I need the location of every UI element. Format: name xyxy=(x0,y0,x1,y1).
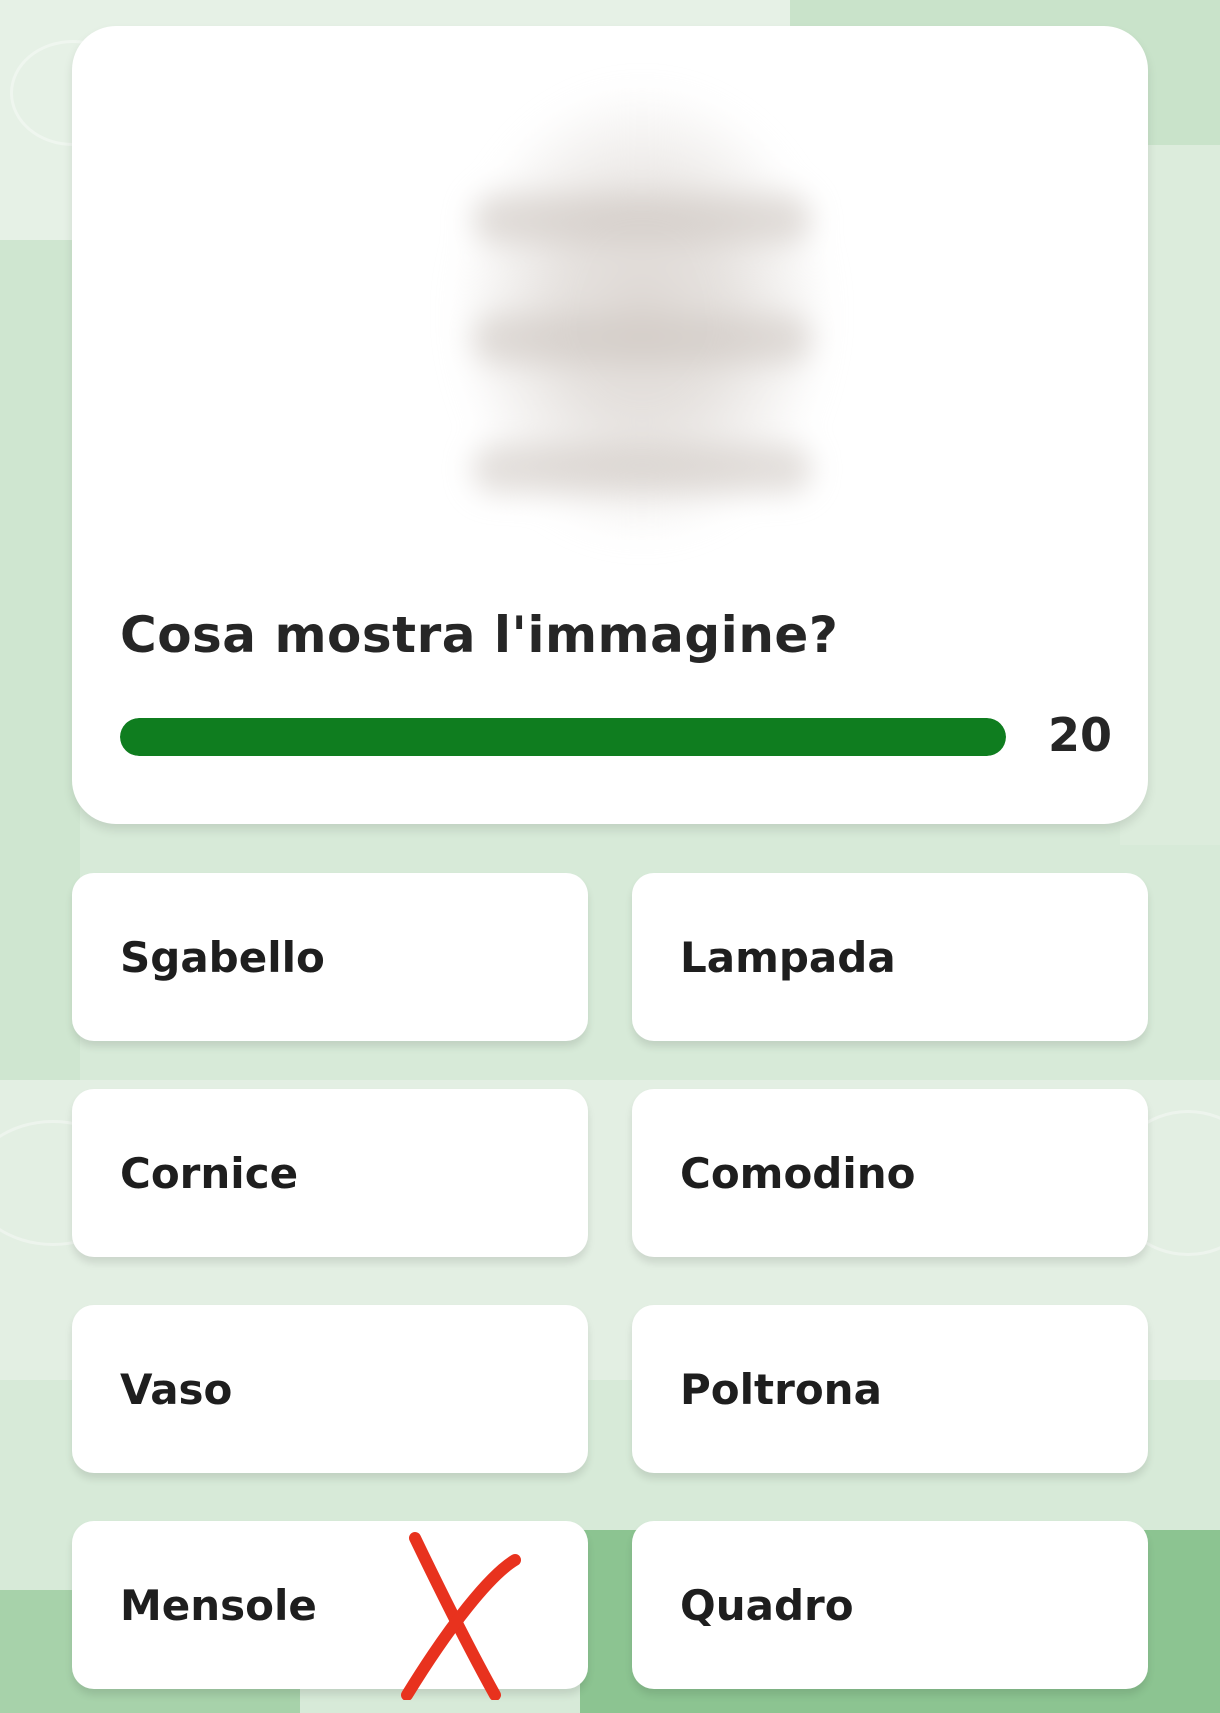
cross-mark-icon xyxy=(401,1532,521,1700)
answer-label: Poltrona xyxy=(680,1364,882,1414)
answer-label: Comodino xyxy=(680,1148,916,1198)
answer-label: Mensole xyxy=(120,1580,317,1630)
timer-progress-bar xyxy=(120,718,1006,756)
answer-option[interactable]: Quadro xyxy=(632,1521,1148,1689)
question-card: Cosa mostra l'immagine? 20 xyxy=(72,26,1148,824)
answer-option[interactable]: Lampada xyxy=(632,873,1148,1041)
answer-label: Quadro xyxy=(680,1580,854,1630)
answer-option[interactable]: Sgabello xyxy=(72,873,588,1041)
answer-label: Cornice xyxy=(120,1148,299,1198)
answer-option[interactable]: Cornice xyxy=(72,1089,588,1257)
timer-count: 20 xyxy=(1047,708,1112,762)
question-text: Cosa mostra l'immagine? xyxy=(120,606,839,664)
answer-label: Vaso xyxy=(120,1364,233,1414)
answer-label: Lampada xyxy=(680,932,896,982)
question-image xyxy=(342,84,942,544)
answer-label: Sgabello xyxy=(120,932,325,982)
timer-progress-fill xyxy=(120,718,1006,756)
answer-option[interactable]: Vaso xyxy=(72,1305,588,1473)
answer-option[interactable]: Comodino xyxy=(632,1089,1148,1257)
answer-option[interactable]: Poltrona xyxy=(632,1305,1148,1473)
